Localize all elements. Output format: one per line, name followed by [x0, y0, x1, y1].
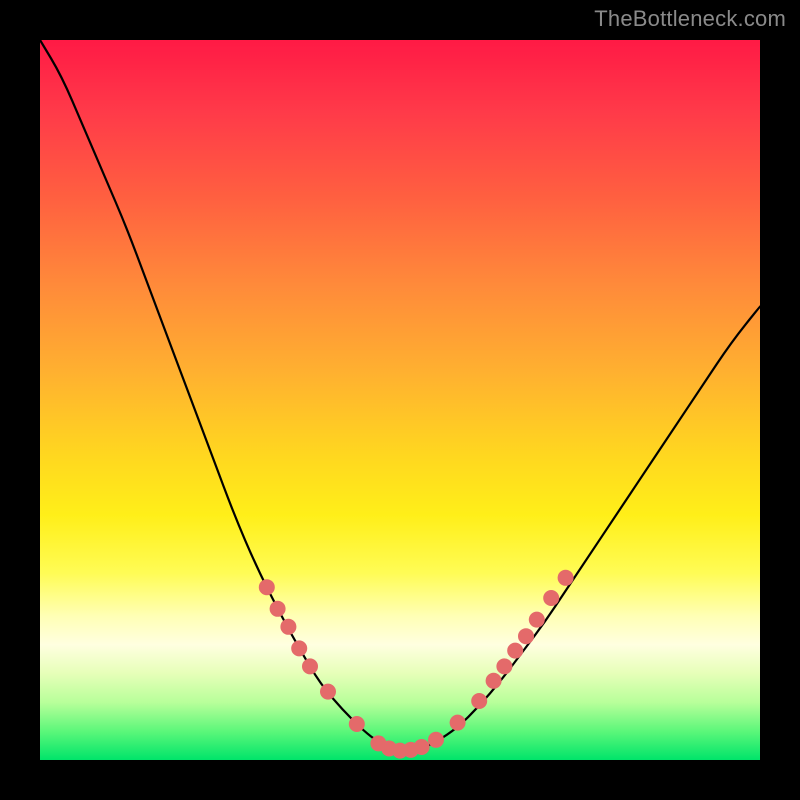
curve-dot: [558, 570, 574, 586]
curve-dot: [496, 658, 512, 674]
curve-dot: [280, 619, 296, 635]
curve-dot: [518, 628, 534, 644]
curve-dot: [302, 658, 318, 674]
watermark-text: TheBottleneck.com: [594, 6, 786, 32]
curve-svg: [40, 40, 760, 760]
curve-dot: [270, 601, 286, 617]
plot-area: [40, 40, 760, 760]
curve-dot: [471, 693, 487, 709]
curve-dot: [349, 716, 365, 732]
curve-dot: [414, 739, 430, 755]
curve-dot: [320, 684, 336, 700]
curve-dots: [259, 570, 574, 759]
curve-dot: [428, 732, 444, 748]
curve-dot: [543, 590, 559, 606]
curve-dot: [507, 643, 523, 659]
curve-dot: [486, 673, 502, 689]
bottleneck-curve: [40, 40, 760, 750]
curve-dot: [450, 715, 466, 731]
curve-dot: [529, 612, 545, 628]
outer-frame: TheBottleneck.com: [0, 0, 800, 800]
curve-dot: [291, 640, 307, 656]
curve-dot: [259, 579, 275, 595]
